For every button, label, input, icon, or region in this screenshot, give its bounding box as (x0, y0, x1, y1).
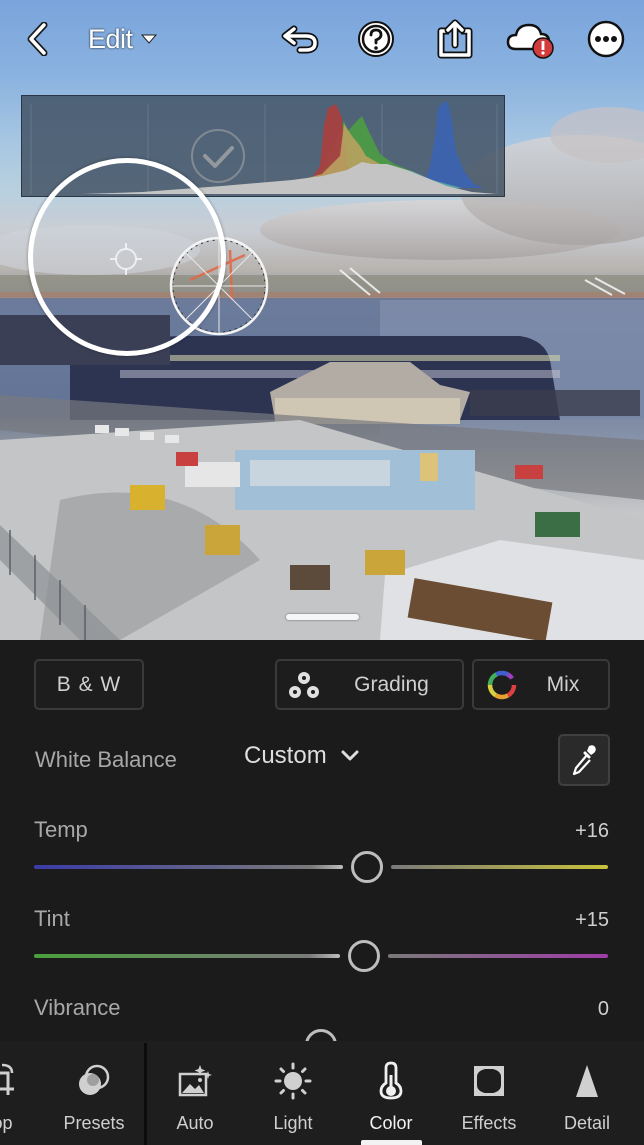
nav-label-light: Light (273, 1113, 313, 1133)
grading-button[interactable]: Grading (275, 659, 464, 710)
tint-track-right (388, 954, 608, 958)
mode-label: Edit (88, 23, 133, 54)
effects-icon (474, 1066, 504, 1096)
bw-label: B & W (56, 672, 122, 696)
tint-slider[interactable] (34, 938, 608, 974)
share-button[interactable] (434, 18, 476, 60)
color-wheel-icon (487, 670, 517, 699)
auto-icon (178, 1065, 212, 1097)
help-circle-icon (358, 21, 394, 57)
nav-item-effects[interactable]: Effects (444, 1041, 534, 1145)
histogram-blue (422, 102, 484, 188)
nav-item-light[interactable]: Light (248, 1041, 338, 1145)
panel-drag-handle[interactable] (286, 614, 359, 620)
bw-button[interactable]: B & W (34, 659, 144, 710)
mix-button[interactable]: Mix (472, 659, 610, 710)
nav-label-presets: Presets (63, 1113, 125, 1133)
back-button[interactable] (17, 18, 59, 60)
temp-value: +16 (575, 820, 609, 842)
mode-dropdown[interactable]: Edit (88, 22, 157, 56)
active-tab-indicator (361, 1140, 422, 1145)
undo-button[interactable] (279, 18, 321, 60)
cloud-sync-button[interactable] (506, 18, 556, 60)
chevron-down-icon (341, 750, 359, 761)
nav-item-presets[interactable]: Presets (49, 1041, 139, 1145)
nav-item-crop[interactable]: Crop (0, 1041, 45, 1145)
temp-label: Temp (34, 817, 88, 842)
vibrance-label: Vibrance (34, 995, 121, 1020)
nav-label-auto: Auto (176, 1113, 214, 1133)
mix-label: Mix (546, 672, 580, 696)
caret-down-icon (140, 34, 157, 44)
grading-icon (289, 671, 319, 698)
color-thermometer-icon (379, 1061, 403, 1100)
nav-label-color: Color (369, 1113, 413, 1133)
more-dots-icon (587, 20, 625, 58)
nav-label-detail: Detail (563, 1113, 611, 1133)
white-balance-dropdown[interactable]: Custom (244, 742, 359, 770)
histogram-check-icon (191, 129, 245, 183)
undo-icon (281, 25, 319, 54)
photo-canvas[interactable]: Edit (0, 0, 644, 640)
temp-track-left (34, 865, 343, 869)
grading-label: Grading (354, 672, 429, 696)
temp-slider[interactable] (34, 849, 608, 885)
tint-value: +15 (575, 909, 609, 931)
white-balance-label: White Balance (35, 747, 177, 772)
tint-label: Tint (34, 906, 70, 931)
crop-icon (0, 1063, 14, 1095)
mask-center-pin-icon[interactable] (108, 241, 144, 277)
nav-label-effects: Effects (461, 1113, 517, 1133)
vibrance-value: 0 (597, 998, 609, 1020)
temp-slider-thumb[interactable] (350, 851, 383, 883)
help-button[interactable] (355, 18, 397, 60)
light-icon (274, 1062, 312, 1100)
top-toolbar: Edit (0, 0, 644, 80)
eyedropper-icon (572, 745, 596, 776)
chevron-left-icon (27, 22, 48, 56)
tint-track-left (34, 954, 341, 958)
more-options-button[interactable] (585, 18, 627, 60)
nav-item-auto[interactable]: Auto (150, 1041, 240, 1145)
nav-label-crop: Crop (0, 1113, 13, 1133)
temp-track-right (390, 865, 608, 869)
presets-icon (79, 1064, 110, 1095)
nav-item-detail[interactable]: Detail (542, 1041, 632, 1145)
white-balance-value: Custom (244, 742, 327, 769)
nav-divider (144, 1043, 147, 1145)
bottom-toolbar: Crop Presets Auto (0, 1041, 644, 1145)
detail-icon (576, 1065, 598, 1097)
tint-slider-thumb[interactable] (348, 940, 381, 972)
cloud-alert-icon (506, 23, 554, 59)
white-balance-eyedropper-button[interactable] (558, 734, 610, 786)
share-icon (437, 19, 473, 59)
nav-item-color[interactable]: Color (346, 1041, 436, 1145)
